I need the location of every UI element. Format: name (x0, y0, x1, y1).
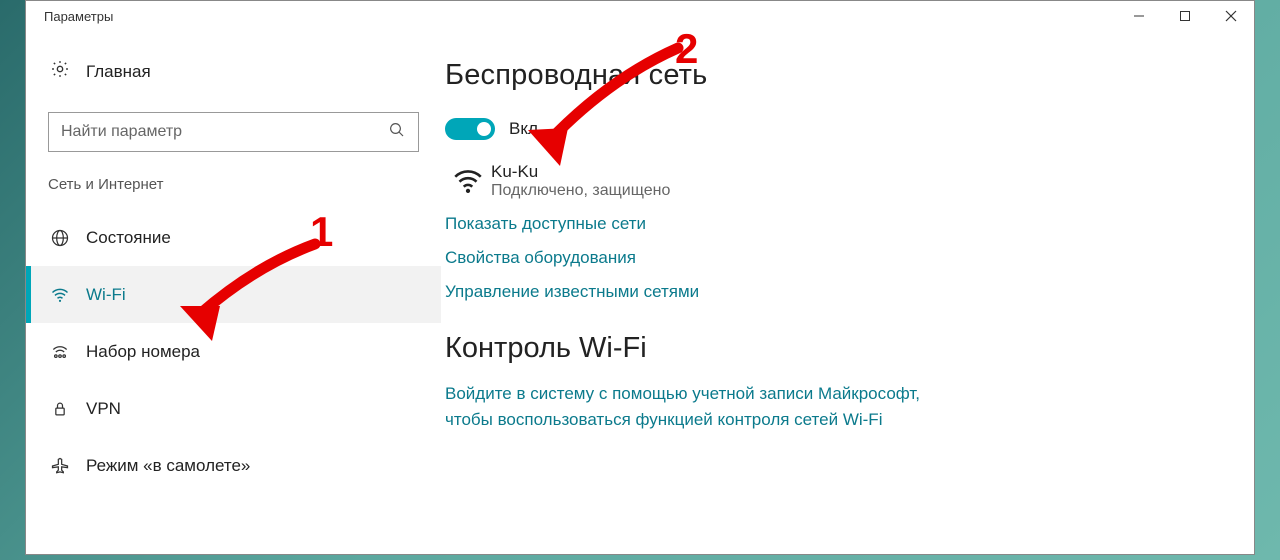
link-hardware-properties[interactable]: Свойства оборудования (445, 248, 1224, 268)
wifi-toggle-row: Вкл. (445, 118, 1224, 140)
search-placeholder: Найти параметр (61, 123, 388, 141)
annotation-number-1: 1 (310, 208, 333, 256)
main-panel: Беспроводная сеть Вкл. Ku-Ku Подключено,… (441, 31, 1254, 554)
sidebar-item-vpn[interactable]: VPN (26, 380, 441, 437)
gear-icon (50, 59, 70, 84)
page-title: Беспроводная сеть (445, 59, 1224, 92)
maximize-button[interactable] (1162, 1, 1208, 31)
minimize-button[interactable] (1116, 1, 1162, 31)
search-icon (388, 121, 406, 144)
dialup-icon (50, 342, 80, 362)
section-title-wifi-sense: Контроль Wi-Fi (445, 332, 1224, 365)
window-controls (1116, 1, 1254, 31)
window-title: Параметры (44, 9, 113, 24)
sidebar-item-label: Режим «в самолете» (86, 456, 250, 476)
annotation-number-2: 2 (675, 25, 698, 73)
sidebar-item-label: Состояние (86, 228, 171, 248)
sidebar-item-label: Набор номера (86, 342, 200, 362)
content-area: Главная Найти параметр Сеть и Интернет С… (26, 31, 1254, 554)
airplane-icon (50, 456, 80, 476)
close-button[interactable] (1208, 1, 1254, 31)
sidebar: Главная Найти параметр Сеть и Интернет С… (26, 31, 441, 554)
sidebar-nav: Состояние Wi-Fi Набор номера (26, 209, 441, 494)
wifi-icon (50, 285, 80, 305)
sidebar-home-label: Главная (86, 62, 151, 82)
toggle-knob (477, 122, 491, 136)
wifi-toggle-label: Вкл. (509, 119, 543, 139)
globe-icon (50, 228, 80, 248)
sidebar-item-wifi[interactable]: Wi-Fi (26, 266, 441, 323)
network-name: Ku-Ku (491, 162, 670, 182)
settings-window: Параметры Главная (25, 0, 1255, 555)
sidebar-item-status[interactable]: Состояние (26, 209, 441, 266)
network-status: Подключено, защищено (491, 182, 670, 200)
sidebar-item-label: Wi-Fi (86, 285, 126, 305)
sidebar-group-title: Сеть и Интернет (26, 176, 441, 193)
titlebar: Параметры (26, 1, 1254, 31)
vpn-icon (50, 399, 80, 419)
sidebar-item-airplane[interactable]: Режим «в самолете» (26, 437, 441, 494)
section-desc-wifi-sense: Войдите в систему с помощью учетной запи… (445, 381, 965, 432)
sidebar-item-label: VPN (86, 399, 121, 419)
sidebar-item-dialup[interactable]: Набор номера (26, 323, 441, 380)
link-show-networks[interactable]: Показать доступные сети (445, 214, 1224, 234)
current-network[interactable]: Ku-Ku Подключено, защищено (445, 162, 1224, 200)
search-input[interactable]: Найти параметр (48, 112, 419, 152)
link-manage-known-networks[interactable]: Управление известными сетями (445, 282, 1224, 302)
wifi-signal-icon (445, 162, 491, 200)
sidebar-home[interactable]: Главная (26, 59, 441, 84)
wifi-toggle[interactable] (445, 118, 495, 140)
